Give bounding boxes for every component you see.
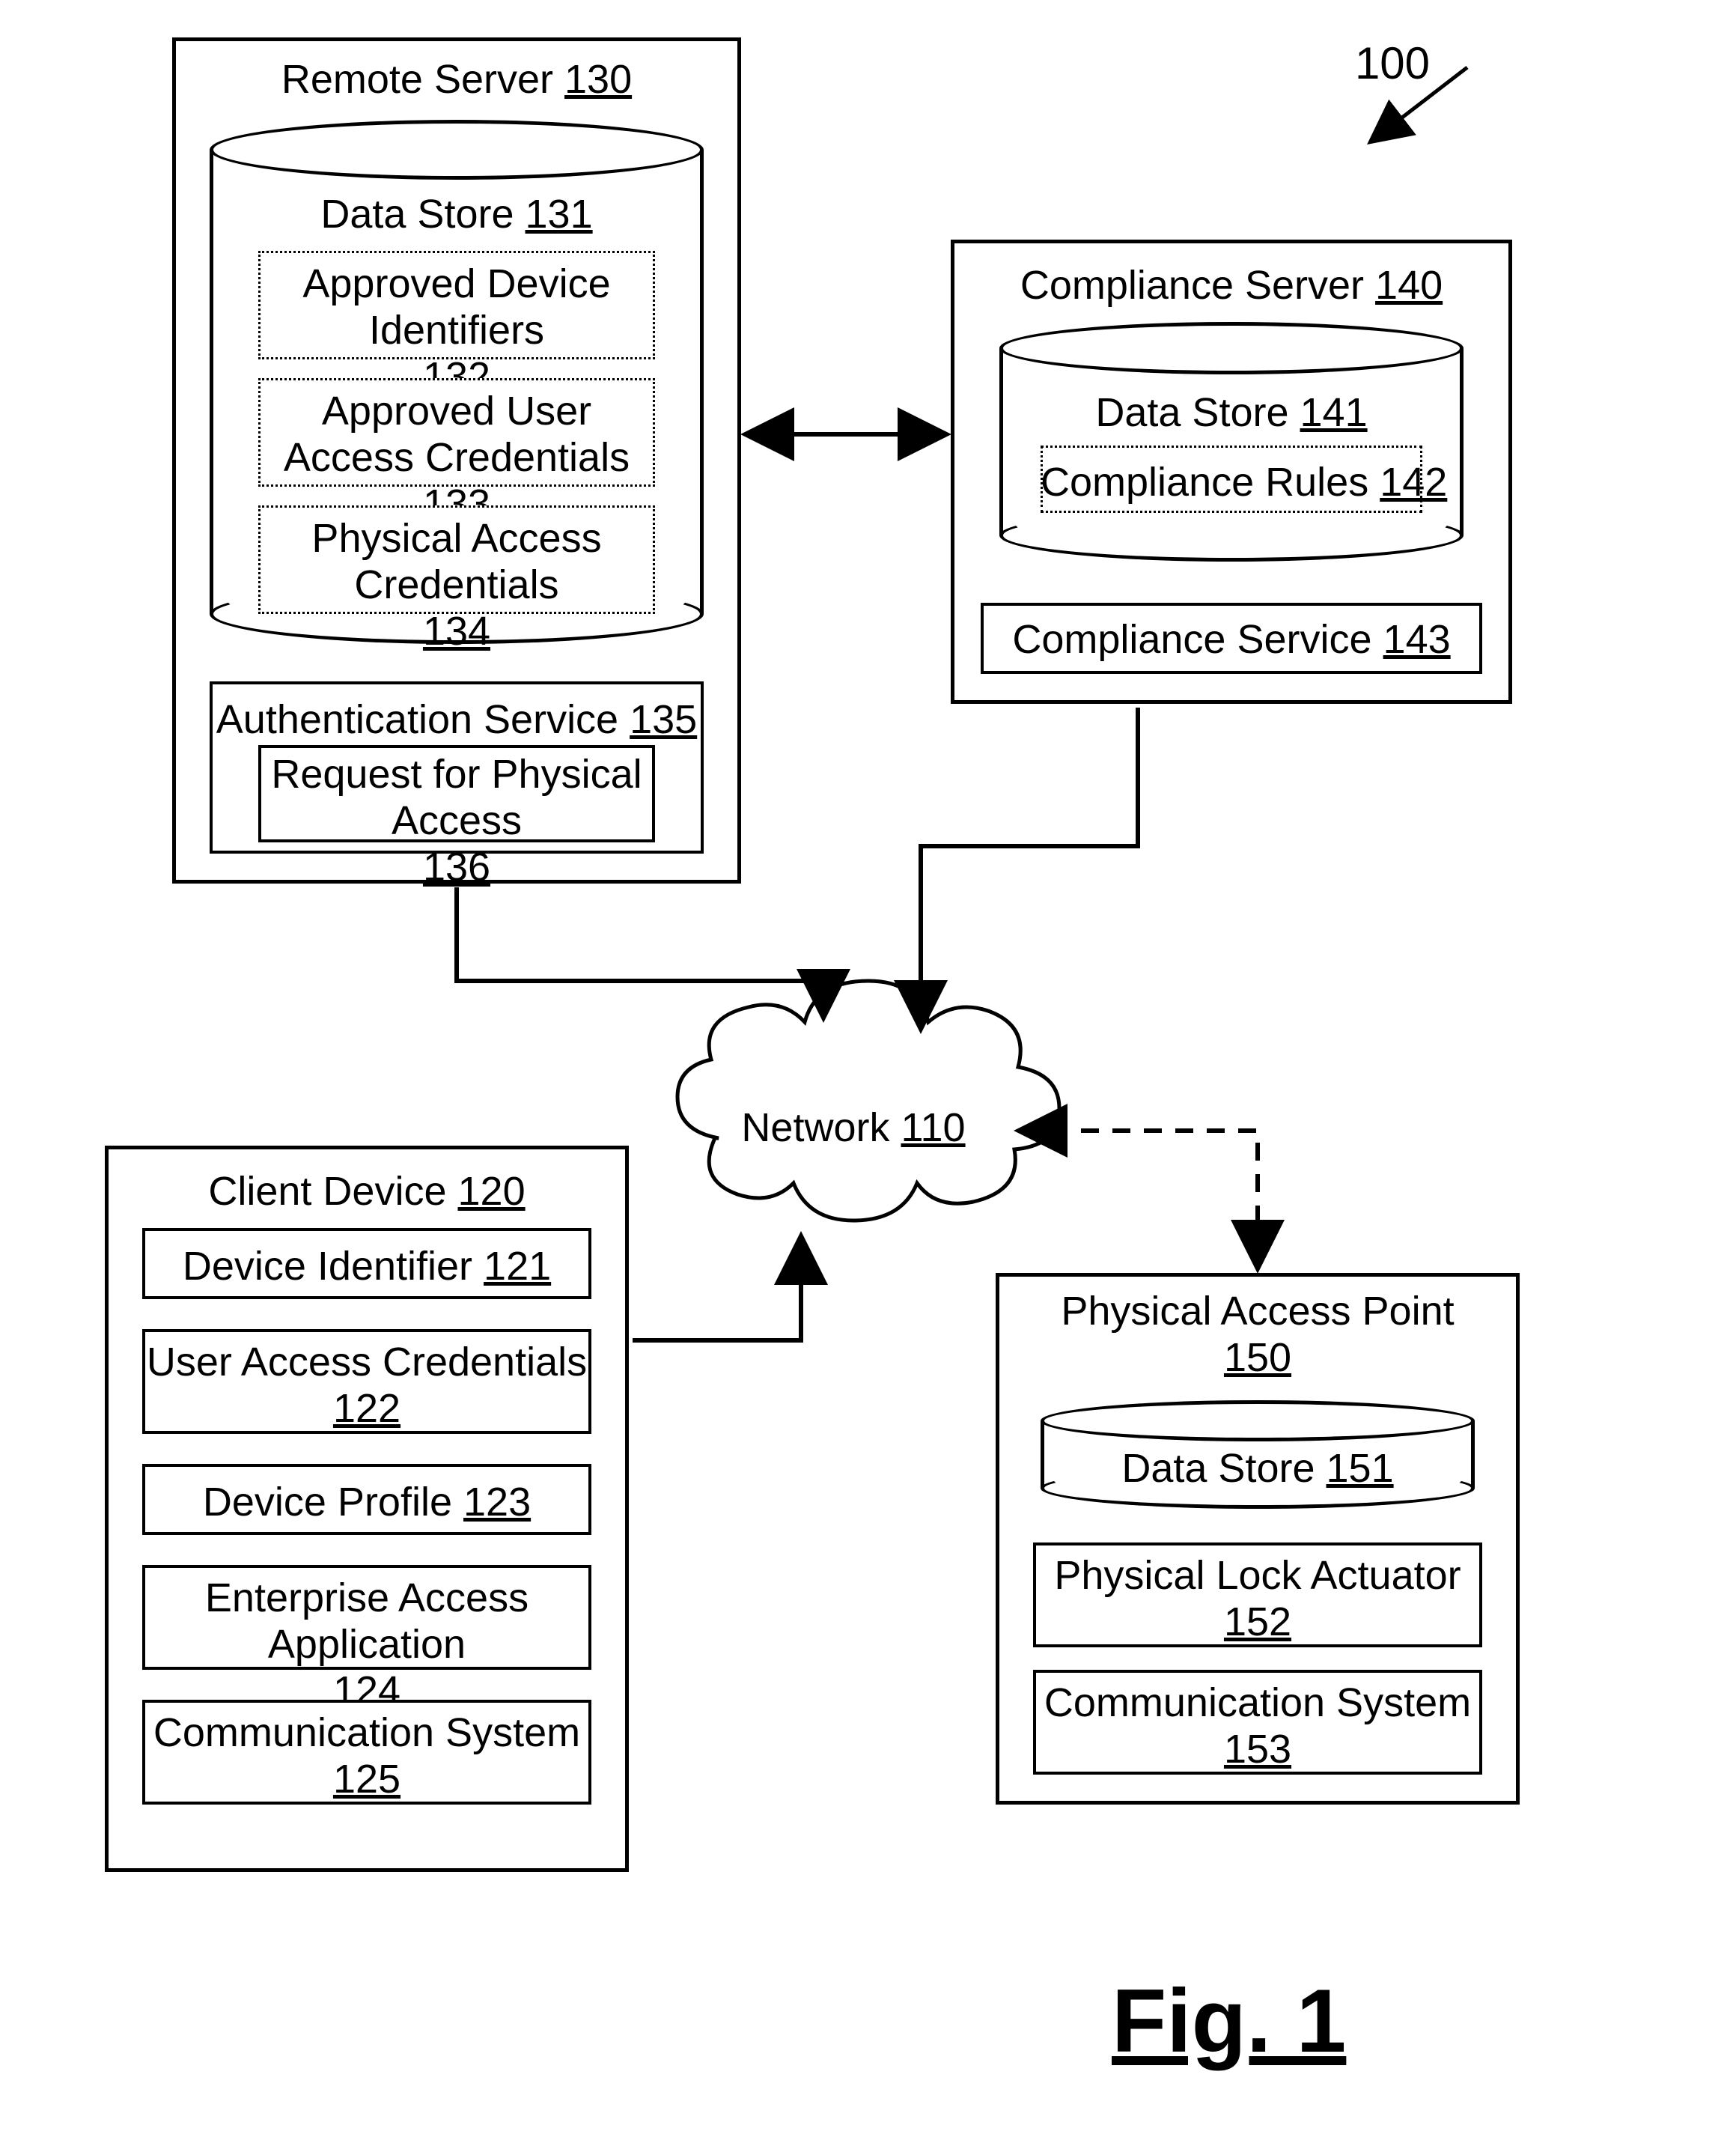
pla-ref: 152 — [1224, 1599, 1291, 1644]
pac-text: Physical Access Credentials — [311, 516, 601, 607]
uac-text: User Access Credentials — [147, 1340, 587, 1385]
client-communication-system-title: Communication System 125 — [142, 1709, 591, 1802]
compliance-rules-title: Compliance Rules 142 — [1041, 459, 1422, 505]
comp-server-text: Compliance Server — [1020, 263, 1364, 308]
comp-ds-ref: 141 — [1300, 390, 1368, 435]
dev-id-ref: 121 — [484, 1244, 551, 1289]
authentication-service-title: Authentication Service 135 — [210, 696, 704, 743]
pap-ds-text: Data Store — [1121, 1446, 1315, 1491]
net-ref: 110 — [901, 1105, 965, 1150]
request-for-physical-access-label: Request for Physical Access 136 — [258, 751, 655, 890]
auth-svc-text: Authentication Service — [216, 697, 618, 742]
device-identifier-title: Device Identifier 121 — [142, 1243, 591, 1289]
pap-datastore-title: Data Store 151 — [1041, 1445, 1475, 1492]
remote-datastore-label: Data Store — [320, 192, 514, 237]
conn-remote-network — [457, 887, 823, 1018]
user-access-credentials-title: User Access Credentials 122 — [142, 1339, 591, 1432]
auac-text: Approved User Access Credentials — [284, 389, 630, 480]
pap-text: Physical Access Point — [1061, 1289, 1454, 1334]
remote-server-label: Remote Server — [281, 57, 553, 102]
conn-client-network — [633, 1235, 801, 1340]
device-profile-title: Device Profile 123 — [142, 1479, 591, 1525]
pcs-ref: 153 — [1224, 1727, 1291, 1772]
comp-svc-text: Compliance Service — [1012, 617, 1371, 662]
rpa-ref: 136 — [423, 845, 490, 890]
eaa-text: Enterprise Access Application — [205, 1575, 529, 1667]
compliance-service-title: Compliance Service 143 — [981, 616, 1482, 663]
dev-prof-text: Device Profile — [203, 1480, 452, 1525]
uac-ref: 122 — [333, 1386, 401, 1431]
comp-rules-ref: 142 — [1380, 460, 1447, 505]
auth-svc-ref: 135 — [630, 697, 697, 742]
pap-ds-ref: 151 — [1327, 1446, 1394, 1491]
ccs-text: Communication System — [153, 1710, 580, 1755]
net-text: Network — [741, 1105, 889, 1150]
remote-datastore-ref: 131 — [526, 192, 593, 237]
client-device-text: Client Device — [208, 1169, 446, 1214]
pcs-text: Communication System — [1044, 1680, 1471, 1725]
dev-prof-ref: 123 — [463, 1480, 531, 1525]
pac-ref: 134 — [423, 609, 490, 654]
adi-text: Approved Device Identifiers — [302, 261, 610, 353]
enterprise-access-application-title: Enterprise Access Application 124 — [142, 1575, 591, 1714]
comp-server-ref: 140 — [1375, 263, 1443, 308]
client-device-title: Client Device 120 — [105, 1168, 629, 1215]
physical-access-credentials-label: Physical Access Credentials 134 — [258, 515, 655, 654]
compliance-server-title: Compliance Server 140 — [951, 262, 1512, 308]
comp-svc-ref: 143 — [1383, 617, 1451, 662]
network-cloud — [677, 981, 1059, 1221]
system-ref: 100 — [1340, 37, 1445, 89]
remote-server-title: Remote Server 130 — [172, 56, 741, 103]
conn-compliance-network — [921, 708, 1138, 1030]
comp-rules-text: Compliance Rules — [1041, 460, 1368, 505]
dev-id-text: Device Identifier — [183, 1244, 472, 1289]
pap-ref: 150 — [1224, 1335, 1291, 1380]
conn-network-pap — [1018, 1131, 1258, 1269]
ccs-ref: 125 — [333, 1757, 401, 1802]
rpa-text: Request for Physical Access — [271, 752, 642, 843]
compliance-datastore-cylinder — [999, 322, 1464, 562]
figure-caption: Fig. 1 — [1112, 1969, 1346, 2073]
remote-datastore-title: Data Store 131 — [210, 191, 704, 237]
client-device-ref: 120 — [458, 1169, 526, 1214]
remote-server-ref: 130 — [564, 57, 632, 102]
pap-communication-system-title: Communication System 153 — [1033, 1680, 1482, 1772]
network-title: Network 110 — [696, 1104, 1011, 1151]
physical-lock-actuator-title: Physical Lock Actuator 152 — [1033, 1552, 1482, 1645]
pla-text: Physical Lock Actuator — [1054, 1553, 1461, 1598]
comp-ds-text: Data Store — [1095, 390, 1288, 435]
physical-access-point-title: Physical Access Point 150 — [996, 1288, 1520, 1381]
compliance-datastore-title: Data Store 141 — [999, 389, 1464, 436]
